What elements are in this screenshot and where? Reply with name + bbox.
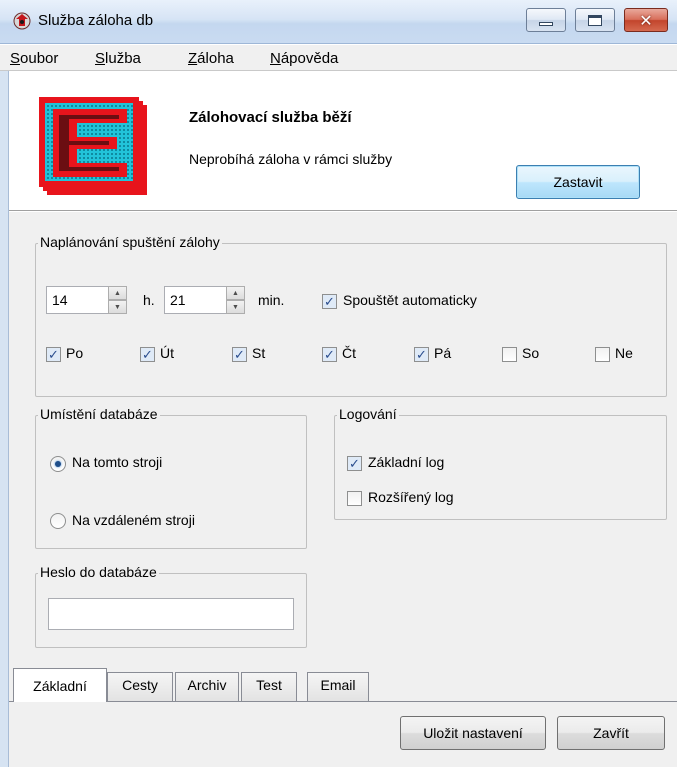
minute-spinner[interactable]: 21 ▲ ▼ <box>164 286 245 314</box>
main-panel: Naplánování spuštění zálohy 14 ▲ ▼ h. 21… <box>9 212 677 767</box>
day-label-so: So <box>522 345 540 361</box>
db-location-group: Umístění databáze Na tomto stroji Na vzd… <box>35 406 307 549</box>
status-header: Zálohovací služba běží Neprobíhá záloha … <box>9 71 677 211</box>
day-checkbox-po[interactable]: ✓ <box>46 347 61 362</box>
extended-log-label: Rozšířený log <box>368 489 454 505</box>
window-title: Služba záloha db <box>38 12 154 29</box>
tab-test[interactable]: Test <box>241 672 297 701</box>
maximize-button[interactable] <box>575 8 615 32</box>
hour-up-icon[interactable]: ▲ <box>108 286 127 300</box>
day-label-ne: Ne <box>615 345 633 361</box>
day-label-ut: Út <box>160 345 174 361</box>
minimize-icon <box>539 22 553 26</box>
logging-legend: Logování <box>337 406 399 422</box>
close-window-button[interactable]: ✕ <box>624 8 668 32</box>
tab-cesty[interactable]: Cesty <box>107 672 173 701</box>
close-icon: ✕ <box>639 10 653 30</box>
day-checkbox-so[interactable] <box>502 347 517 362</box>
day-checkbox-pa[interactable]: ✓ <box>414 347 429 362</box>
hour-spinner[interactable]: 14 ▲ ▼ <box>46 286 127 314</box>
schedule-legend: Naplánování spuštění zálohy <box>38 234 222 250</box>
minute-value: 21 <box>170 292 186 308</box>
day-label-pa: Pá <box>434 345 452 361</box>
radio-local-machine[interactable] <box>50 456 66 472</box>
service-status-title: Zálohovací služba běží <box>189 109 352 126</box>
day-checkbox-ne[interactable] <box>595 347 610 362</box>
maximize-icon <box>588 14 602 26</box>
app-icon <box>13 12 31 30</box>
password-input[interactable] <box>48 598 294 630</box>
password-legend: Heslo do databáze <box>38 564 159 580</box>
tab-email[interactable]: Email <box>307 672 369 701</box>
tab-baseline <box>9 701 677 702</box>
minute-spinner-buttons: ▲ ▼ <box>226 286 245 314</box>
close-button[interactable]: Zavřít <box>557 716 665 750</box>
minute-unit-label: min. <box>258 292 285 308</box>
minimize-button[interactable] <box>526 8 566 32</box>
minute-down-icon[interactable]: ▼ <box>226 300 245 314</box>
day-label-po: Po <box>66 345 84 361</box>
day-label-st: St <box>252 345 266 361</box>
window-frame-left <box>0 71 9 767</box>
extended-log-checkbox[interactable] <box>347 491 362 506</box>
day-checkbox-st[interactable]: ✓ <box>232 347 247 362</box>
auto-start-label: Spouštět automaticky <box>343 292 477 308</box>
tab-strip: Základní Cesty Archiv Test Email <box>9 668 677 702</box>
menu-bar: Soubor Služba Záloha Nápověda <box>0 45 677 71</box>
password-group: Heslo do databáze <box>35 564 307 648</box>
save-settings-button[interactable]: Uložit nastavení <box>400 716 546 750</box>
db-location-legend: Umístění databáze <box>38 406 160 422</box>
menu-zaloha[interactable]: Záloha <box>188 50 234 67</box>
hour-unit-label: h. <box>143 292 155 308</box>
hour-spinner-buttons: ▲ ▼ <box>108 286 127 314</box>
day-checkbox-ut[interactable]: ✓ <box>140 347 155 362</box>
menu-sluzba[interactable]: Služba <box>95 50 141 67</box>
tab-archiv[interactable]: Archiv <box>175 672 239 701</box>
radio-local-label: Na tomto stroji <box>72 454 163 470</box>
schedule-group: Naplánování spuštění zálohy 14 ▲ ▼ h. 21… <box>35 234 667 397</box>
hour-value: 14 <box>52 292 68 308</box>
stop-service-button[interactable]: Zastavit <box>516 165 640 199</box>
radio-remote-label: Na vzdáleném stroji <box>72 512 195 528</box>
title-bar: Služba záloha db ✕ <box>0 0 677 44</box>
day-label-ct: Čt <box>342 345 356 361</box>
tab-zakladni[interactable]: Základní <box>13 668 107 702</box>
app-logo <box>39 97 147 195</box>
radio-remote-machine[interactable] <box>50 513 66 529</box>
basic-log-label: Základní log <box>368 454 445 470</box>
auto-start-checkbox[interactable]: ✓ <box>322 294 337 309</box>
basic-log-checkbox[interactable]: ✓ <box>347 456 362 471</box>
minute-up-icon[interactable]: ▲ <box>226 286 245 300</box>
day-checkbox-ct[interactable]: ✓ <box>322 347 337 362</box>
hour-down-icon[interactable]: ▼ <box>108 300 127 314</box>
logging-group: Logování ✓ Základní log Rozšířený log <box>334 406 667 520</box>
menu-soubor[interactable]: Soubor <box>10 50 58 67</box>
backup-status-text: Neprobíhá záloha v rámci služby <box>189 151 393 167</box>
menu-napoveda[interactable]: Nápověda <box>270 50 338 67</box>
